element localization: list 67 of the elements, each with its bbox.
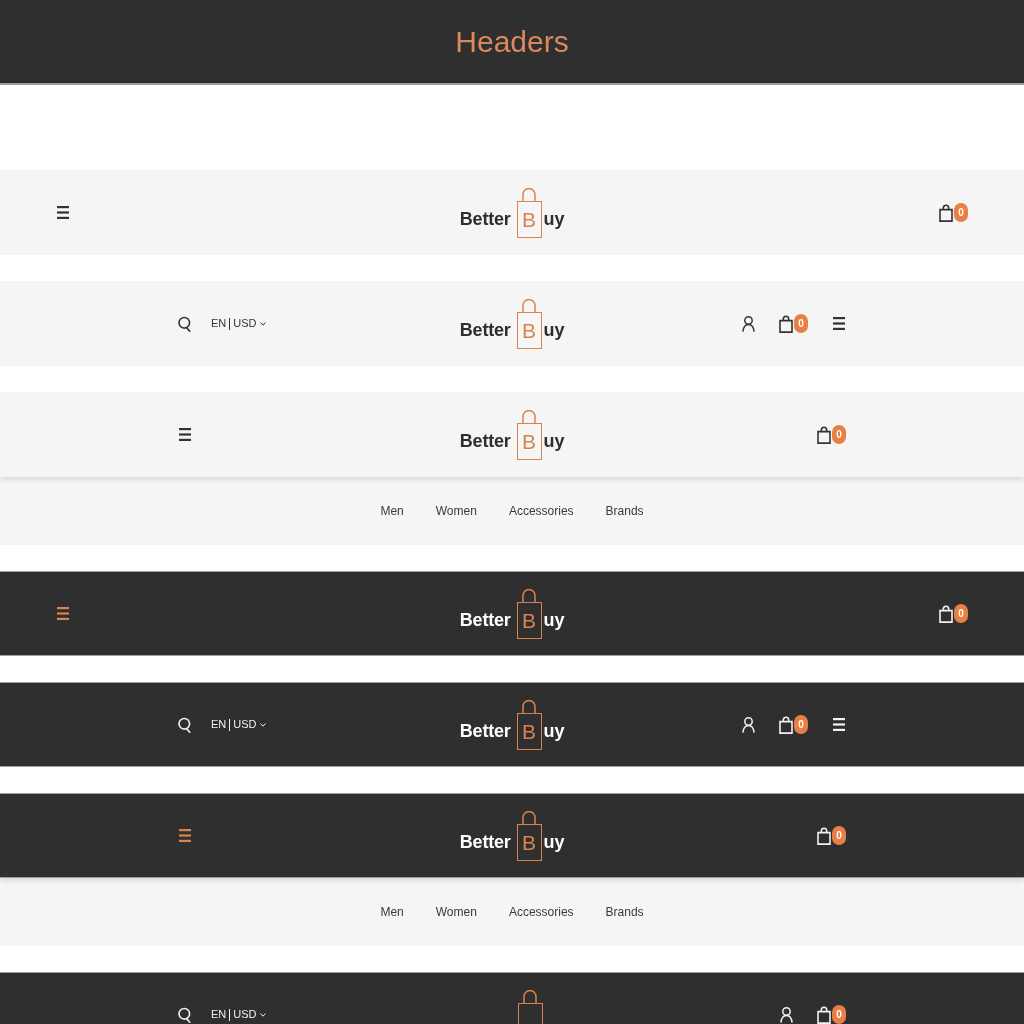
shopping-bag-icon[interactable]	[939, 604, 953, 623]
menu-icon[interactable]	[56, 205, 70, 220]
language-button[interactable]: EN	[211, 719, 227, 730]
logo-letter: B	[516, 200, 542, 238]
cart-count-badge: 0	[832, 425, 846, 444]
user-icon[interactable]	[780, 1006, 793, 1023]
shopping-bag-icon[interactable]	[779, 314, 793, 333]
search-icon[interactable]	[178, 1006, 191, 1023]
page-title: Headers	[455, 26, 569, 57]
shopping-bag-icon[interactable]	[817, 826, 831, 845]
cart-count-badge: 0	[954, 604, 968, 623]
cart-count-badge: 0	[794, 715, 808, 734]
chevron-down-icon	[259, 1012, 266, 1017]
logo-text: uy	[543, 207, 565, 231]
shopping-bag-icon[interactable]	[779, 715, 793, 734]
logo-text: uy	[543, 318, 565, 342]
currency-dropdown[interactable]: USD	[233, 1009, 266, 1020]
menu-icon[interactable]	[832, 316, 846, 331]
menu-icon[interactable]	[178, 427, 192, 442]
logo-letter: B	[516, 712, 542, 750]
logo-text: uy	[543, 429, 565, 453]
search-icon[interactable]	[178, 716, 191, 733]
logo-letter: B	[516, 601, 542, 639]
logo-letter: B	[516, 422, 542, 460]
logo-text: Better	[459, 429, 511, 453]
chevron-down-icon	[259, 722, 266, 727]
search-icon[interactable]	[178, 315, 191, 332]
user-icon[interactable]	[742, 315, 755, 332]
logo-text: Better	[459, 830, 511, 854]
nav-link[interactable]: Brands	[605, 906, 644, 918]
cart-count-badge: 0	[954, 203, 968, 222]
shopping-bag-icon[interactable]	[939, 203, 953, 222]
nav-link[interactable]: Women	[435, 505, 477, 517]
bag-handle-icon	[523, 989, 537, 1003]
shopping-bag-icon[interactable]	[817, 425, 831, 444]
nav-link[interactable]: Women	[435, 906, 477, 918]
logo-text: Better	[459, 719, 511, 743]
shopping-bag-icon[interactable]	[817, 1005, 831, 1024]
nav-link[interactable]: Men	[380, 906, 404, 918]
bag-handle-icon	[522, 699, 537, 713]
language-button[interactable]: EN	[211, 1009, 227, 1020]
logo-text: Better	[459, 318, 511, 342]
logo-text: uy	[543, 719, 565, 743]
nav-link[interactable]: Accessories	[508, 906, 574, 918]
cart-count-badge: 0	[832, 1005, 846, 1024]
logo-text: uy	[543, 608, 565, 632]
bag-handle-icon	[522, 588, 537, 602]
currency-dropdown[interactable]: USD	[233, 318, 266, 329]
nav-link[interactable]: Brands	[605, 505, 644, 517]
nav-link[interactable]: Accessories	[508, 505, 574, 517]
cart-count-badge: 0	[832, 826, 846, 845]
cart-count-badge: 0	[794, 314, 808, 333]
currency-dropdown[interactable]: USD	[233, 719, 266, 730]
logo-text: uy	[543, 830, 565, 854]
bag-handle-icon	[522, 810, 537, 824]
logo-text: Better	[459, 207, 511, 231]
logo-text: Better	[459, 608, 511, 632]
bag-handle-icon	[522, 409, 537, 423]
bag-handle-icon	[522, 298, 537, 312]
logo-letter: B	[516, 311, 542, 349]
menu-icon[interactable]	[832, 717, 846, 732]
language-button[interactable]: EN	[211, 318, 227, 329]
nav-link[interactable]: Men	[380, 505, 404, 517]
chevron-down-icon	[259, 321, 266, 326]
user-icon[interactable]	[742, 716, 755, 733]
bag-handle-icon	[522, 187, 537, 201]
logo-letter: B	[516, 823, 542, 861]
